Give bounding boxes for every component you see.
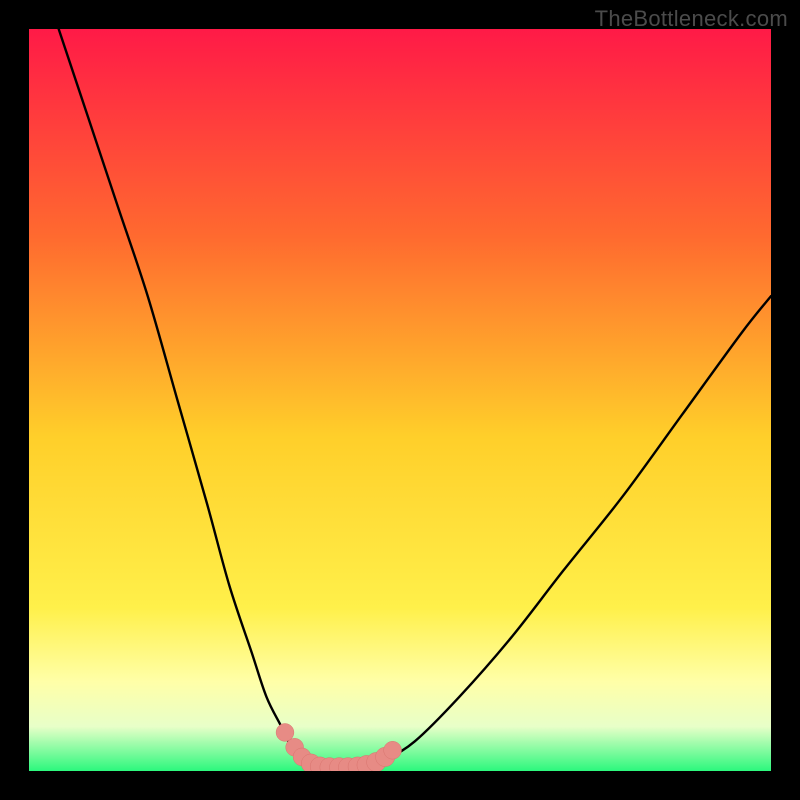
chart-frame: TheBottleneck.com bbox=[0, 0, 800, 800]
gradient-bg bbox=[29, 29, 771, 771]
chart-svg bbox=[29, 29, 771, 771]
watermark-text: TheBottleneck.com bbox=[595, 6, 788, 32]
plot-area bbox=[29, 29, 771, 771]
bead bbox=[384, 741, 402, 759]
bead bbox=[276, 724, 294, 742]
